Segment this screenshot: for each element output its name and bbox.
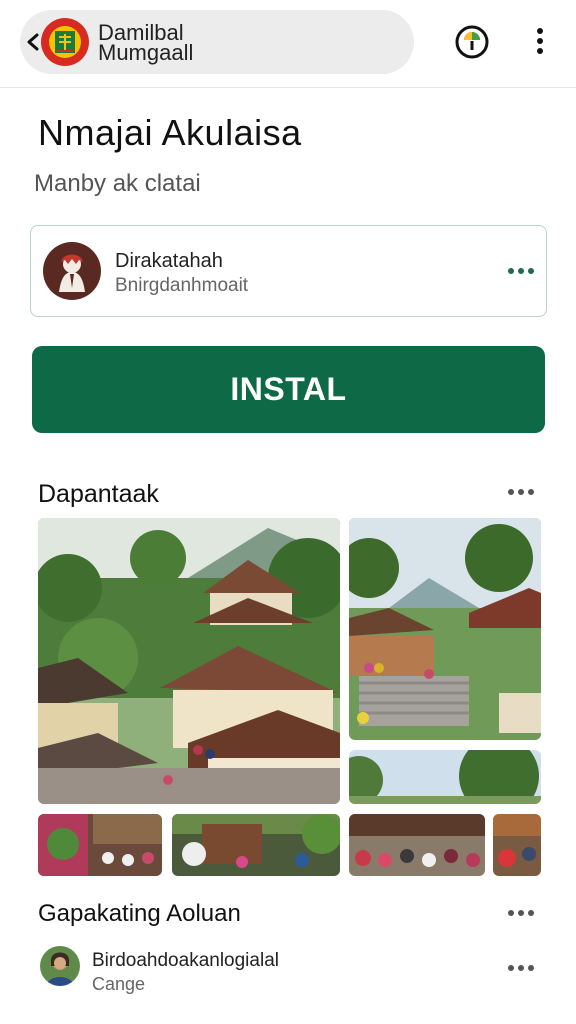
top-app-bar: Damilbal Mumgaall xyxy=(0,0,576,88)
screenshots-section-title: Dapantaak xyxy=(38,480,159,508)
reviewer-avatar xyxy=(40,946,80,986)
screenshot-thumb-1[interactable] xyxy=(38,814,162,876)
screenshot-sky[interactable] xyxy=(349,750,541,804)
more-vertical-icon[interactable] xyxy=(522,22,562,62)
app-header-name: Damilbal Mumgaall xyxy=(98,22,228,65)
app-logo-icon xyxy=(41,18,89,66)
reviews-more-icon[interactable] xyxy=(506,908,536,918)
developer-card[interactable]: Dirakatahah Bnirgdanhmoait xyxy=(30,225,547,317)
reviewer-subtitle: Cange xyxy=(92,974,146,994)
screenshot-thumb-2[interactable] xyxy=(172,814,340,876)
review-more-icon[interactable] xyxy=(506,963,536,973)
screenshot-thumb-4[interactable] xyxy=(493,814,541,876)
reviews-section-title: Gapakating Aoluan xyxy=(38,900,241,927)
developer-name: Dirakatahah xyxy=(115,250,223,272)
install-button[interactable]: INSTAL xyxy=(32,346,545,433)
screenshot-main[interactable] xyxy=(38,518,340,804)
developer-subtitle: Bnirgdanhmoait xyxy=(115,275,249,296)
screenshot-thumb-3[interactable] xyxy=(349,814,485,876)
info-icon[interactable] xyxy=(452,22,492,62)
reviewer-name: Birdoahdoakanlogialal xyxy=(92,950,279,971)
app-subtitle: Manby ak clatai xyxy=(34,170,201,197)
screenshots-more-icon[interactable] xyxy=(506,487,536,497)
screenshot-temple[interactable] xyxy=(349,518,541,740)
app-title: Nmajai Akulaisa xyxy=(38,112,302,153)
app-header-name-line2: Mumgaall xyxy=(98,40,194,65)
developer-more-icon[interactable] xyxy=(506,266,536,276)
app-header-pill[interactable]: Damilbal Mumgaall xyxy=(20,10,414,74)
developer-avatar xyxy=(43,242,101,300)
